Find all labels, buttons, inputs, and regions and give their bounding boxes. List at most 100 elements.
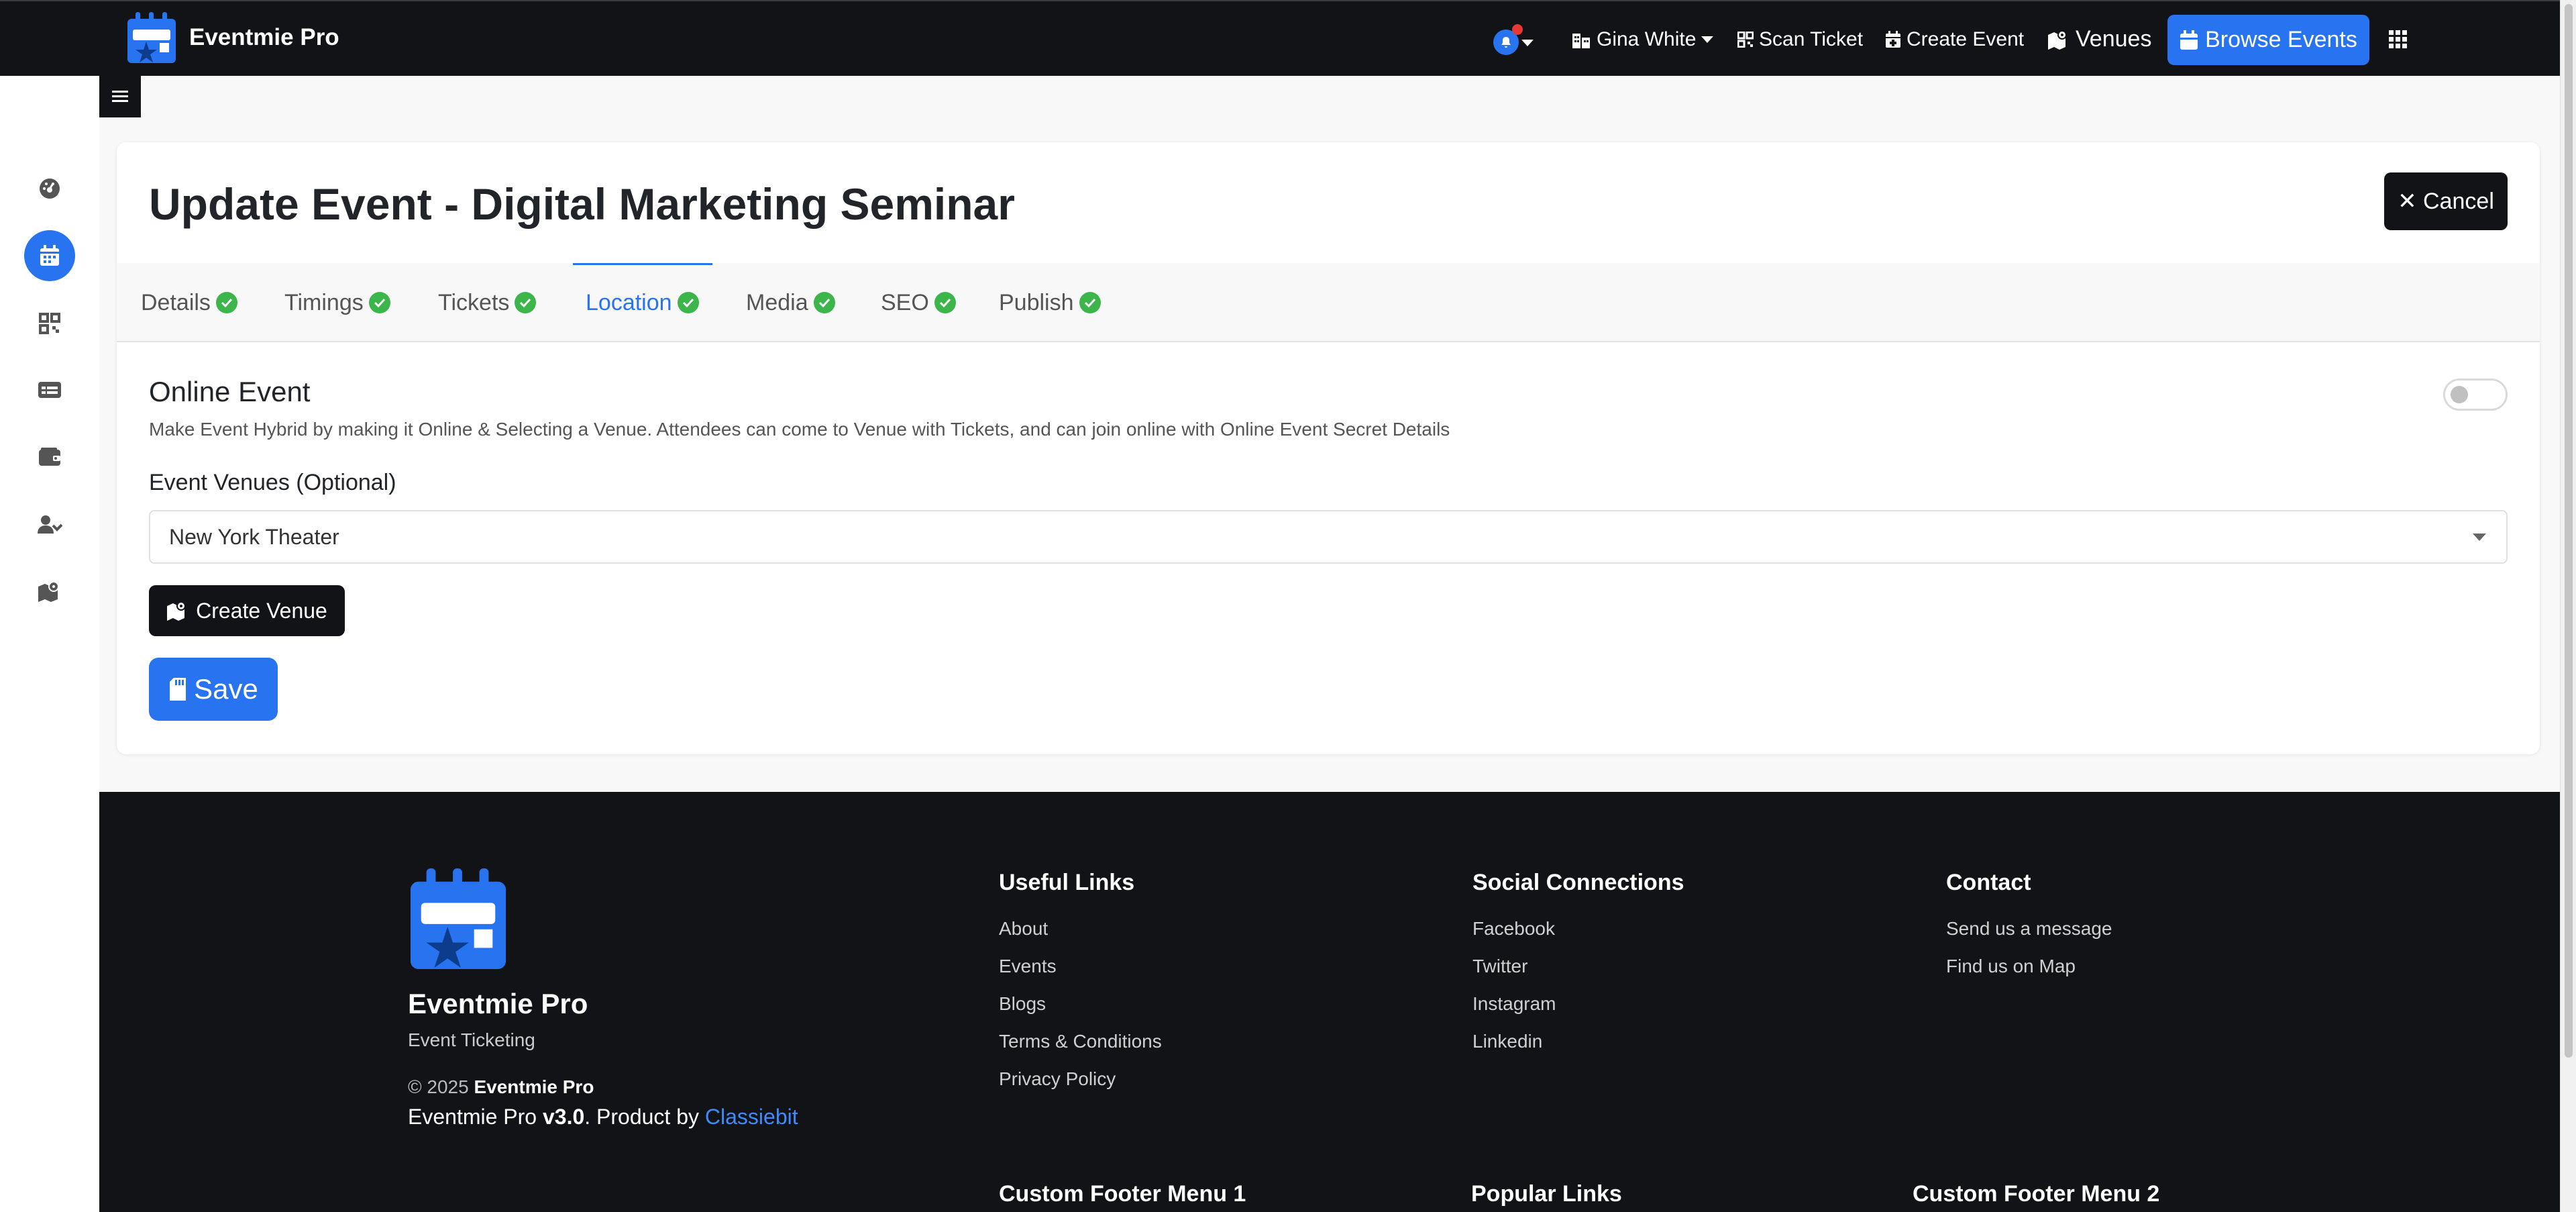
scan-ticket-label: Scan Ticket [1759, 28, 1864, 50]
page-title: Update Event - Digital Marketing Seminar [149, 179, 1015, 229]
copyright-prefix: © 2025 [408, 1076, 469, 1097]
tab-label: SEO [881, 289, 929, 315]
tab-label: Timings [284, 289, 364, 315]
company-link[interactable]: Classiebit [705, 1105, 798, 1129]
scan-ticket-link[interactable]: Scan Ticket [1737, 1, 1863, 77]
copyright-name: Eventmie Pro [474, 1076, 594, 1097]
venues-link[interactable]: Venues [2047, 1, 2151, 77]
sidebar-item-venues[interactable] [24, 566, 75, 617]
footer-link-message[interactable]: Send us a message [1946, 918, 2112, 940]
calendar-plus-icon [1885, 30, 1901, 48]
online-event-toggle[interactable] [2443, 378, 2508, 411]
footer-link-terms[interactable]: Terms & Conditions [999, 1031, 1162, 1052]
footer-link-blogs[interactable]: Blogs [999, 993, 1046, 1015]
check-circle-icon [215, 292, 237, 313]
chevron-down-icon [2473, 534, 2486, 541]
popular-links-title: Popular Links [1471, 1181, 1622, 1207]
brand-link[interactable]: Eventmie Pro [126, 11, 339, 64]
top-navbar: Eventmie Pro Gina White Scan Ticket Crea… [0, 0, 2560, 76]
check-circle-icon [1079, 292, 1101, 313]
notifications-dropdown[interactable] [1493, 24, 1534, 56]
footer-copyright: © 2025 Eventmie Pro [408, 1076, 594, 1098]
building-icon [1571, 30, 1591, 50]
map-icon [38, 580, 62, 602]
save-label: Save [194, 673, 258, 705]
tab-label: Media [746, 289, 808, 315]
footer-link-twitter[interactable]: Twitter [1472, 956, 1527, 977]
sidebar-item-bookings[interactable] [24, 364, 75, 415]
calendar-icon [2180, 30, 2198, 50]
tab-timings[interactable]: Timings [284, 263, 390, 342]
page-scrollbar[interactable] [2560, 0, 2576, 1212]
brand-name: Eventmie Pro [189, 24, 339, 50]
sidebar-toggle-button[interactable] [99, 76, 141, 117]
tab-location[interactable]: Location [586, 263, 699, 342]
footer-link-about[interactable]: About [999, 918, 1048, 940]
sd-card-icon [168, 677, 187, 701]
footer-link-instagram[interactable]: Instagram [1472, 993, 1556, 1015]
notification-dot [1512, 24, 1523, 35]
check-circle-icon [368, 292, 390, 313]
footer: Eventmie Pro Event Ticketing © 2025 Even… [99, 792, 2560, 1212]
cancel-button[interactable]: ✕ Cancel [2384, 172, 2508, 230]
tab-media[interactable]: Media [746, 263, 835, 342]
apps-grid-icon[interactable] [2388, 30, 2408, 50]
check-circle-icon [515, 292, 537, 313]
online-event-description: Make Event Hybrid by making it Online & … [149, 419, 1450, 440]
version-prefix: Eventmie Pro [408, 1105, 537, 1129]
browse-events-button[interactable]: Browse Events [2167, 15, 2369, 65]
contact-title: Contact [1946, 870, 2031, 895]
sidebar-item-wallet[interactable] [24, 432, 75, 483]
footer-link-privacy[interactable]: Privacy Policy [999, 1068, 1116, 1090]
qrcode-icon [39, 313, 60, 334]
user-name: Gina White [1597, 28, 1697, 50]
create-venue-button[interactable]: Create Venue [149, 585, 345, 636]
custom-footer-menu-1-title: Custom Footer Menu 1 [999, 1181, 1246, 1207]
user-menu[interactable]: Gina White [1571, 1, 1714, 77]
footer-link-events[interactable]: Events [999, 956, 1057, 977]
check-circle-icon [677, 292, 699, 313]
event-venues-label: Event Venues (Optional) [149, 470, 396, 495]
users-icon [37, 514, 62, 534]
tab-label: Publish [999, 289, 1074, 315]
event-venues-select[interactable]: New York Theater [149, 510, 2508, 564]
tab-seo[interactable]: SEO [881, 263, 956, 342]
hamburger-icon [112, 90, 128, 103]
footer-logo-icon [408, 866, 508, 972]
footer-version: Eventmie Pro v3.0. Product by Classiebit [408, 1105, 798, 1129]
sidebar-item-dashboard[interactable] [24, 163, 75, 214]
create-event-link[interactable]: Create Event [1885, 1, 2024, 77]
tab-publish[interactable]: Publish [999, 263, 1101, 342]
sidebar-item-events[interactable] [24, 230, 75, 281]
version-number: v3.0 [542, 1105, 585, 1129]
custom-footer-menu-2-title: Custom Footer Menu 2 [1913, 1181, 2160, 1207]
chevron-down-icon [1521, 40, 1534, 46]
event-tabs: Details Timings Tickets Location Media S… [117, 263, 2540, 342]
tab-label: Tickets [438, 289, 510, 315]
online-event-title: Online Event [149, 376, 311, 407]
footer-link-map[interactable]: Find us on Map [1946, 956, 2076, 977]
venues-label: Venues [2076, 26, 2152, 52]
eventmie-logo-icon [126, 11, 177, 64]
create-event-label: Create Event [1907, 28, 2025, 50]
footer-link-facebook[interactable]: Facebook [1472, 918, 1555, 940]
tab-tickets[interactable]: Tickets [438, 263, 537, 342]
social-connections-title: Social Connections [1472, 870, 1684, 895]
scrollbar-thumb[interactable] [2565, 4, 2573, 1058]
qrcode-icon [1737, 31, 1754, 48]
map-icon [166, 601, 189, 621]
toggle-knob [2451, 386, 2468, 403]
update-event-card: Update Event - Digital Marketing Seminar… [117, 142, 2540, 754]
tab-label: Location [586, 289, 672, 315]
sidebar-item-scan[interactable] [24, 298, 75, 349]
ticket-icon [38, 381, 62, 399]
save-button[interactable]: Save [149, 658, 278, 721]
sidebar-item-users[interactable] [24, 499, 75, 550]
footer-link-linkedin[interactable]: Linkedin [1472, 1031, 1542, 1052]
dashboard-icon [38, 177, 61, 200]
tab-label: Details [141, 289, 211, 315]
chevron-down-icon [1701, 36, 1714, 43]
useful-links-title: Useful Links [999, 870, 1135, 895]
footer-brand-name: Eventmie Pro [408, 988, 588, 1019]
tab-details[interactable]: Details [141, 263, 237, 342]
